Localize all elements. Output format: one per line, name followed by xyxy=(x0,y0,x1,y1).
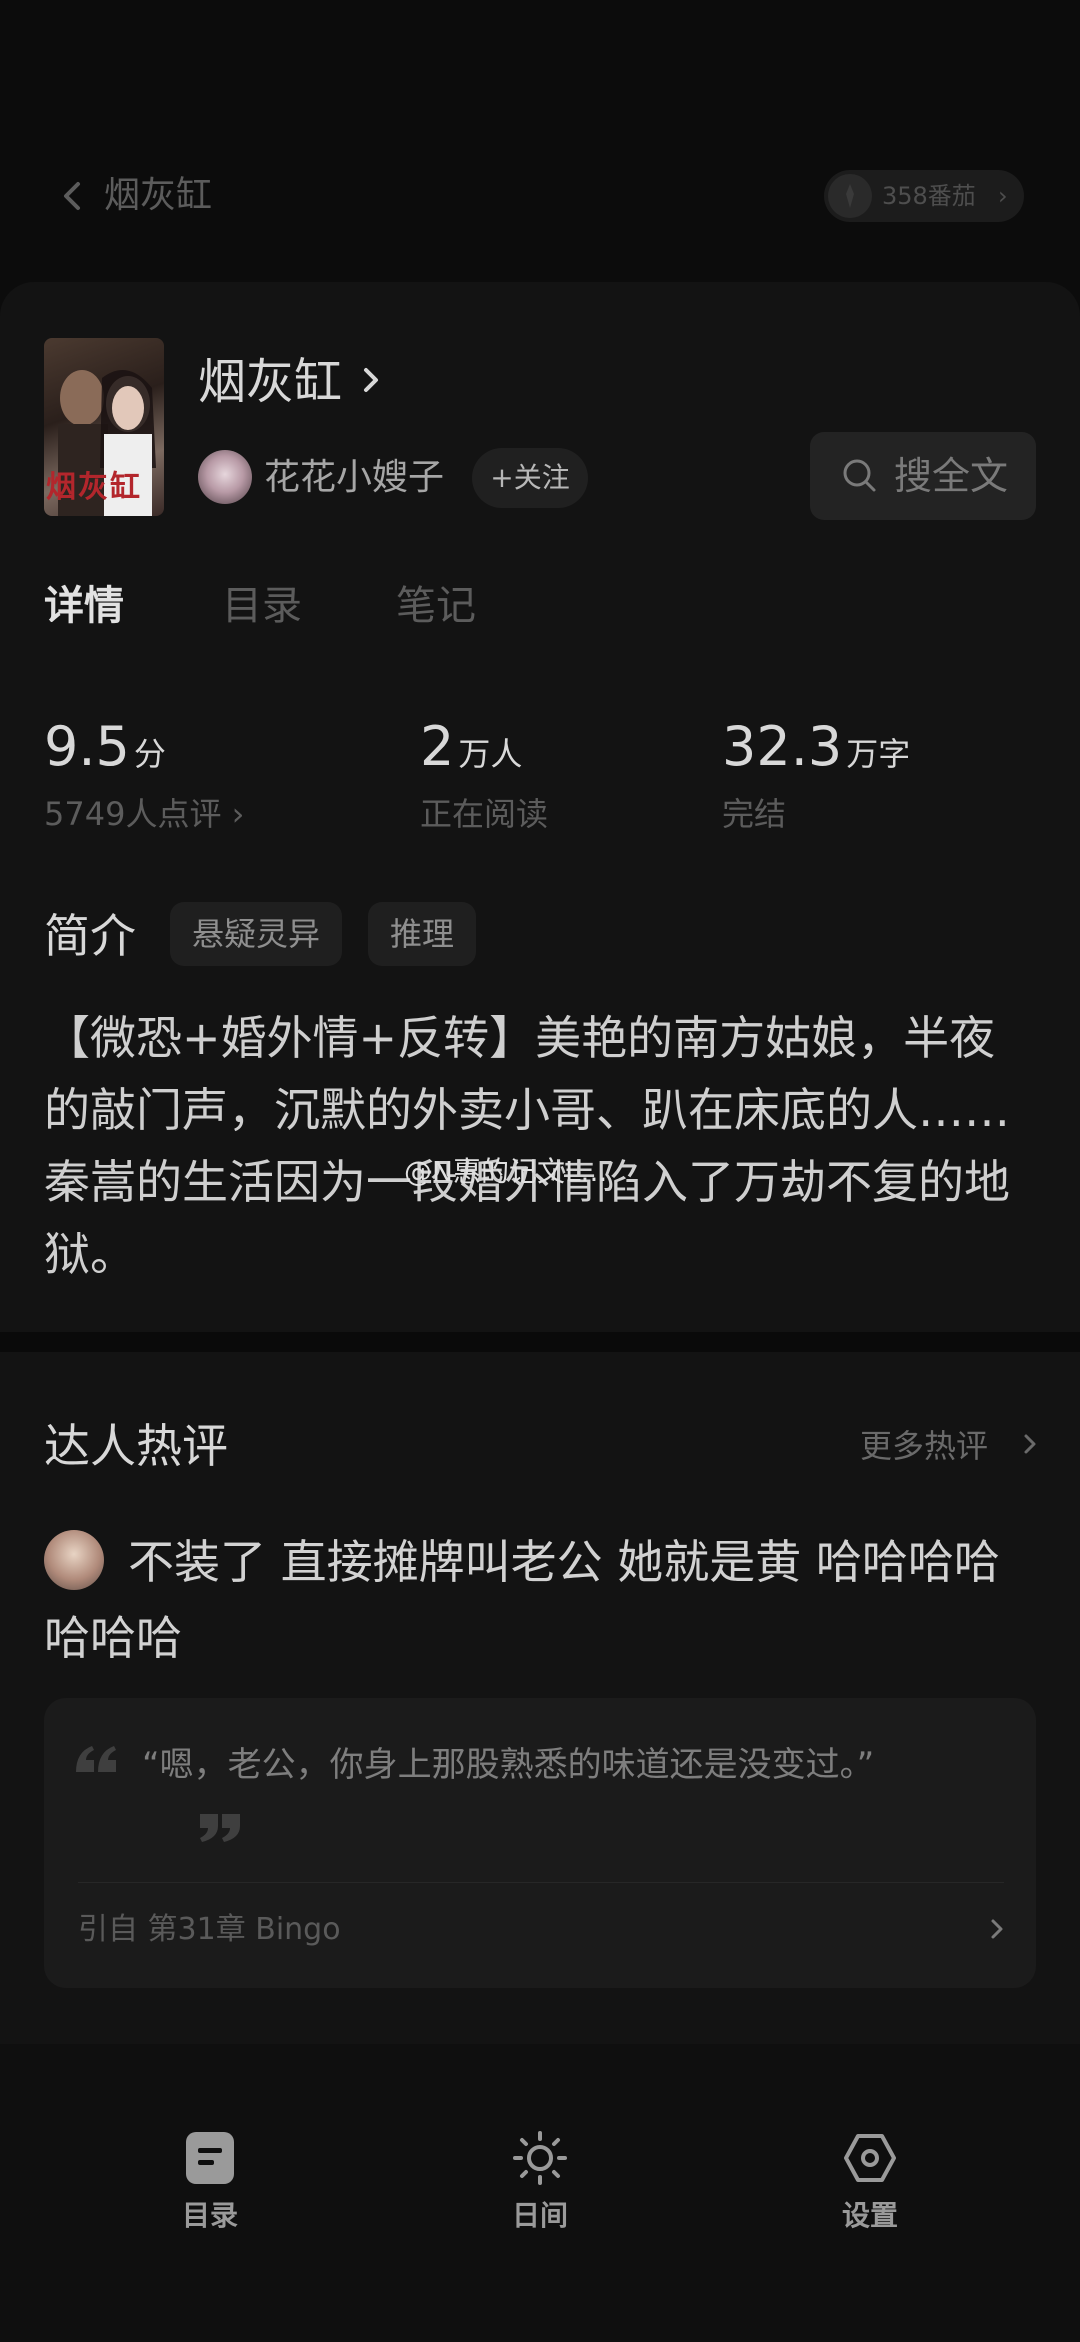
wordcount-value: 32.3 xyxy=(722,715,843,778)
settings-icon[interactable] xyxy=(842,2130,898,2186)
status-label: 完结 xyxy=(722,795,787,833)
tab-catalog[interactable]: 目录 xyxy=(222,576,302,636)
comment-text[interactable]: 不装了 直接摊牌叫老公 她就是黄 哈哈哈哈哈哈哈 xyxy=(44,1524,1044,1676)
readers-label: 正在阅读 xyxy=(420,795,549,833)
intro-text[interactable]: 【微恐+婚外情+反转】美艳的南方姑娘，半夜的敲门声，沉默的外卖小哥、趴在床底的人… xyxy=(44,1002,1040,1290)
bottom-settings-label[interactable]: 设置 xyxy=(790,2196,950,2236)
bottom-daymode-label[interactable]: 日间 xyxy=(460,2196,620,2236)
genre-tag[interactable]: 悬疑灵异 xyxy=(170,902,343,966)
coin-balance: 358番茄 xyxy=(882,182,976,210)
quote-divider xyxy=(78,1882,1004,1883)
bottom-catalog-label[interactable]: 目录 xyxy=(130,2196,290,2236)
quote-open-icon xyxy=(76,1746,116,1772)
commenter-avatar[interactable] xyxy=(44,1530,104,1590)
nav-title: 烟灰缸 xyxy=(104,175,213,216)
quote-source[interactable]: 引自 第31章 Bingo xyxy=(78,1906,341,1954)
tab-notes[interactable]: 笔记 xyxy=(396,576,476,636)
search-fulltext-label: 搜全文 xyxy=(894,454,1009,498)
quote-close-icon xyxy=(200,1814,240,1842)
chevron-right-icon[interactable] xyxy=(1022,1428,1038,1460)
chevron-right-icon[interactable] xyxy=(990,1914,1004,1944)
intro-heading: 简介 xyxy=(44,909,136,963)
author-avatar[interactable] xyxy=(198,450,252,504)
wordcount-unit: 万字 xyxy=(846,735,911,773)
rating-value: 9.5 xyxy=(44,715,130,778)
hot-comments-heading: 达人热评 xyxy=(44,1419,228,1473)
sun-icon[interactable] xyxy=(512,2130,568,2186)
watermark: @N惠的记文L... xyxy=(404,1155,608,1188)
more-comments-link[interactable]: 更多热评 xyxy=(860,1420,988,1472)
coin-icon xyxy=(828,174,872,218)
bottom-toolbar xyxy=(0,2044,1080,2342)
catalog-icon[interactable] xyxy=(182,2130,238,2186)
chevron-right-icon[interactable] xyxy=(360,360,384,400)
tab-details[interactable]: 详情 xyxy=(44,576,124,636)
readers-stat: 2 万人 xyxy=(420,712,522,789)
book-title[interactable]: 烟灰缸 xyxy=(198,350,342,414)
readers-unit: 万人 xyxy=(458,735,523,773)
readers-value: 2 xyxy=(420,715,455,778)
section-divider xyxy=(0,1332,1080,1352)
genre-tag[interactable]: 推理 xyxy=(368,902,477,966)
cover-title: 烟灰缸 xyxy=(46,470,142,505)
follow-button[interactable]: +关注 xyxy=(472,448,588,508)
rating-unit: 分 xyxy=(133,735,166,773)
chevron-right-icon: › xyxy=(998,182,1008,210)
wordcount-stat: 32.3 万字 xyxy=(722,712,910,789)
quote-text: “嗯，老公，你身上那股熟悉的味道还是没变过。” xyxy=(142,1745,875,1785)
rating-count-link[interactable]: 5749人点评 › xyxy=(44,792,244,836)
search-icon xyxy=(843,459,876,492)
rating-stat: 9.5 分 xyxy=(44,712,166,789)
author-name[interactable]: 花花小嫂子 xyxy=(264,450,444,506)
back-icon[interactable] xyxy=(58,176,88,216)
